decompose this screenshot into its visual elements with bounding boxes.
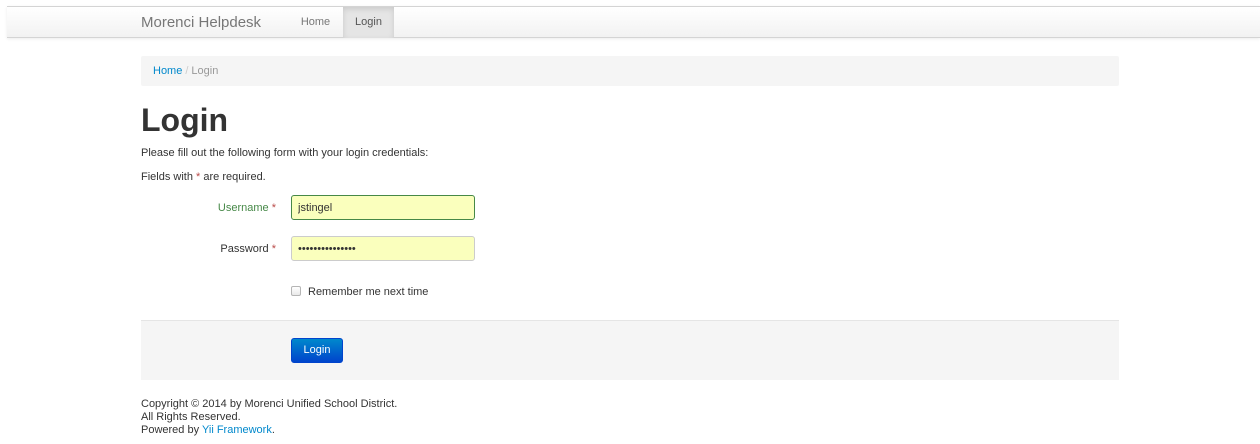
footer-powered: Powered by Yii Framework. [141,424,397,437]
intro-text: Please fill out the following form with … [141,147,429,159]
login-button[interactable]: Login [291,338,343,363]
footer-copyright: Copyright © 2014 by Morenci Unified Scho… [141,398,398,410]
navbar: Morenci Helpdesk Home Login [7,6,1260,38]
password-input[interactable] [291,236,475,261]
brand-link[interactable]: Morenci Helpdesk [141,7,261,38]
password-label-text: Password [220,243,269,255]
username-label: Username * [141,201,276,215]
form-actions [141,320,1119,380]
breadcrumb: Home / Login [141,56,1119,86]
required-note-prefix: Fields with [141,171,197,183]
breadcrumb-home-link[interactable]: Home [153,65,182,77]
page-title: Login [141,102,229,138]
username-input[interactable] [291,195,475,220]
required-note-suffix: are required. [200,171,266,183]
remember-me-label[interactable]: Remember me next time [308,285,428,299]
footer: Copyright © 2014 by Morenci Unified Scho… [141,398,397,437]
nav-login-link[interactable]: Login [343,7,394,38]
required-note: Fields with * are required. [141,170,266,184]
password-label: Password * [141,242,276,256]
username-label-text: Username [217,202,269,214]
footer-rights: All Rights Reserved. [141,411,241,423]
breadcrumb-current: Login [191,65,219,77]
footer-powered-prefix: Powered by [141,424,202,436]
footer-powered-suffix: . [271,424,275,436]
password-required-mark: * [271,243,276,255]
nav-home-link[interactable]: Home [292,7,339,38]
username-required-mark: * [271,202,276,214]
remember-me-checkbox[interactable] [291,286,301,296]
yii-framework-link[interactable]: Yii Framework [202,424,272,436]
